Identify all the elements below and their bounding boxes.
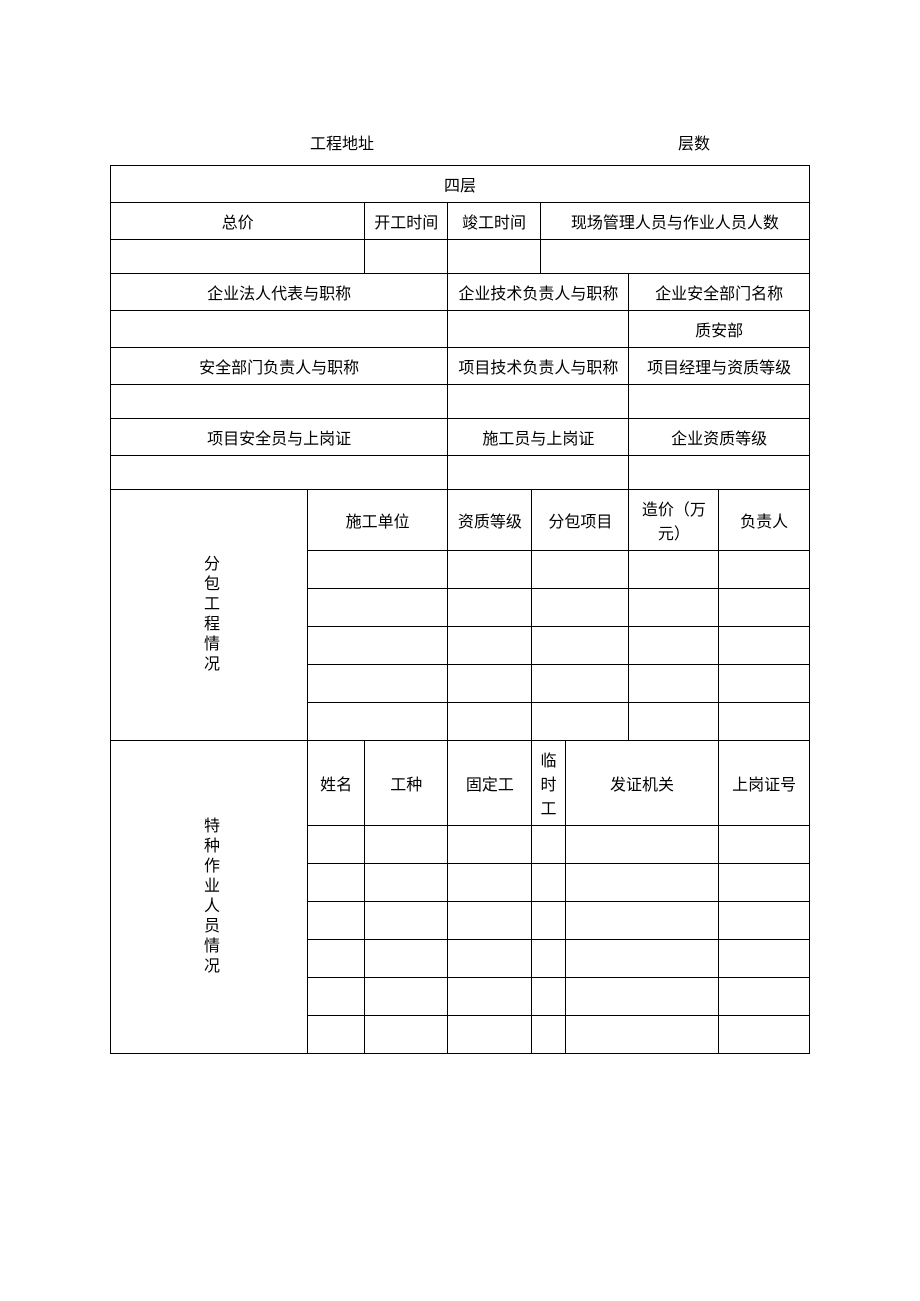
corp-qual-label: 企业资质等级 bbox=[629, 419, 810, 456]
sub-person-header: 负责人 bbox=[719, 490, 810, 551]
sub-project-header: 分包项目 bbox=[532, 490, 629, 551]
tech-lead-label: 企业技术负责人与职称 bbox=[448, 274, 629, 311]
sub-unit-header: 施工单位 bbox=[308, 490, 448, 551]
completion-date-value bbox=[448, 240, 540, 274]
address-label: 工程地址 bbox=[310, 130, 374, 154]
header-above-table: 工程地址 层数 bbox=[110, 130, 810, 160]
total-price-label: 总价 bbox=[111, 203, 365, 240]
legal-rep-label: 企业法人代表与职称 bbox=[111, 274, 448, 311]
sp-agency-header: 发证机关 bbox=[565, 741, 719, 826]
legal-rep-value bbox=[111, 311, 448, 348]
sp-temp-header: 临时工 bbox=[532, 741, 565, 826]
start-date-value bbox=[365, 240, 448, 274]
personnel-label: 现场管理人员与作业人员人数 bbox=[540, 203, 809, 240]
proj-mgr-value bbox=[629, 385, 810, 419]
sp-name-header: 姓名 bbox=[308, 741, 365, 826]
sp-fixed-header: 固定工 bbox=[448, 741, 532, 826]
sp-type-header: 工种 bbox=[365, 741, 448, 826]
completion-date-label: 竣工时间 bbox=[448, 203, 540, 240]
floor-value: 四层 bbox=[111, 166, 810, 203]
sub-cost-header: 造价（万元） bbox=[629, 490, 719, 551]
total-price-value bbox=[111, 240, 365, 274]
sub-qual-header: 资质等级 bbox=[448, 490, 532, 551]
safety-dept-value: 质安部 bbox=[629, 311, 810, 348]
subcontract-section-label: 分包工程情况 bbox=[111, 490, 308, 741]
sp-cert-header: 上岗证号 bbox=[719, 741, 810, 826]
safety-officer-label: 项目安全员与上岗证 bbox=[111, 419, 448, 456]
floors-label: 层数 bbox=[678, 130, 710, 154]
main-form-table: 四层 总价 开工时间 竣工时间 现场管理人员与作业人员人数 企业法人代表与职称 … bbox=[110, 165, 810, 1054]
constructor-value bbox=[448, 456, 629, 490]
start-date-label: 开工时间 bbox=[365, 203, 448, 240]
constructor-label: 施工员与上岗证 bbox=[448, 419, 629, 456]
proj-tech-label: 项目技术负责人与职称 bbox=[448, 348, 629, 385]
safety-lead-value bbox=[111, 385, 448, 419]
personnel-value bbox=[540, 240, 809, 274]
safety-lead-label: 安全部门负责人与职称 bbox=[111, 348, 448, 385]
corp-qual-value bbox=[629, 456, 810, 490]
proj-tech-value bbox=[448, 385, 629, 419]
special-section-label: 特种作业人员情况 bbox=[111, 741, 308, 1054]
safety-officer-value bbox=[111, 456, 448, 490]
safety-dept-label: 企业安全部门名称 bbox=[629, 274, 810, 311]
proj-mgr-label: 项目经理与资质等级 bbox=[629, 348, 810, 385]
tech-lead-value bbox=[448, 311, 629, 348]
